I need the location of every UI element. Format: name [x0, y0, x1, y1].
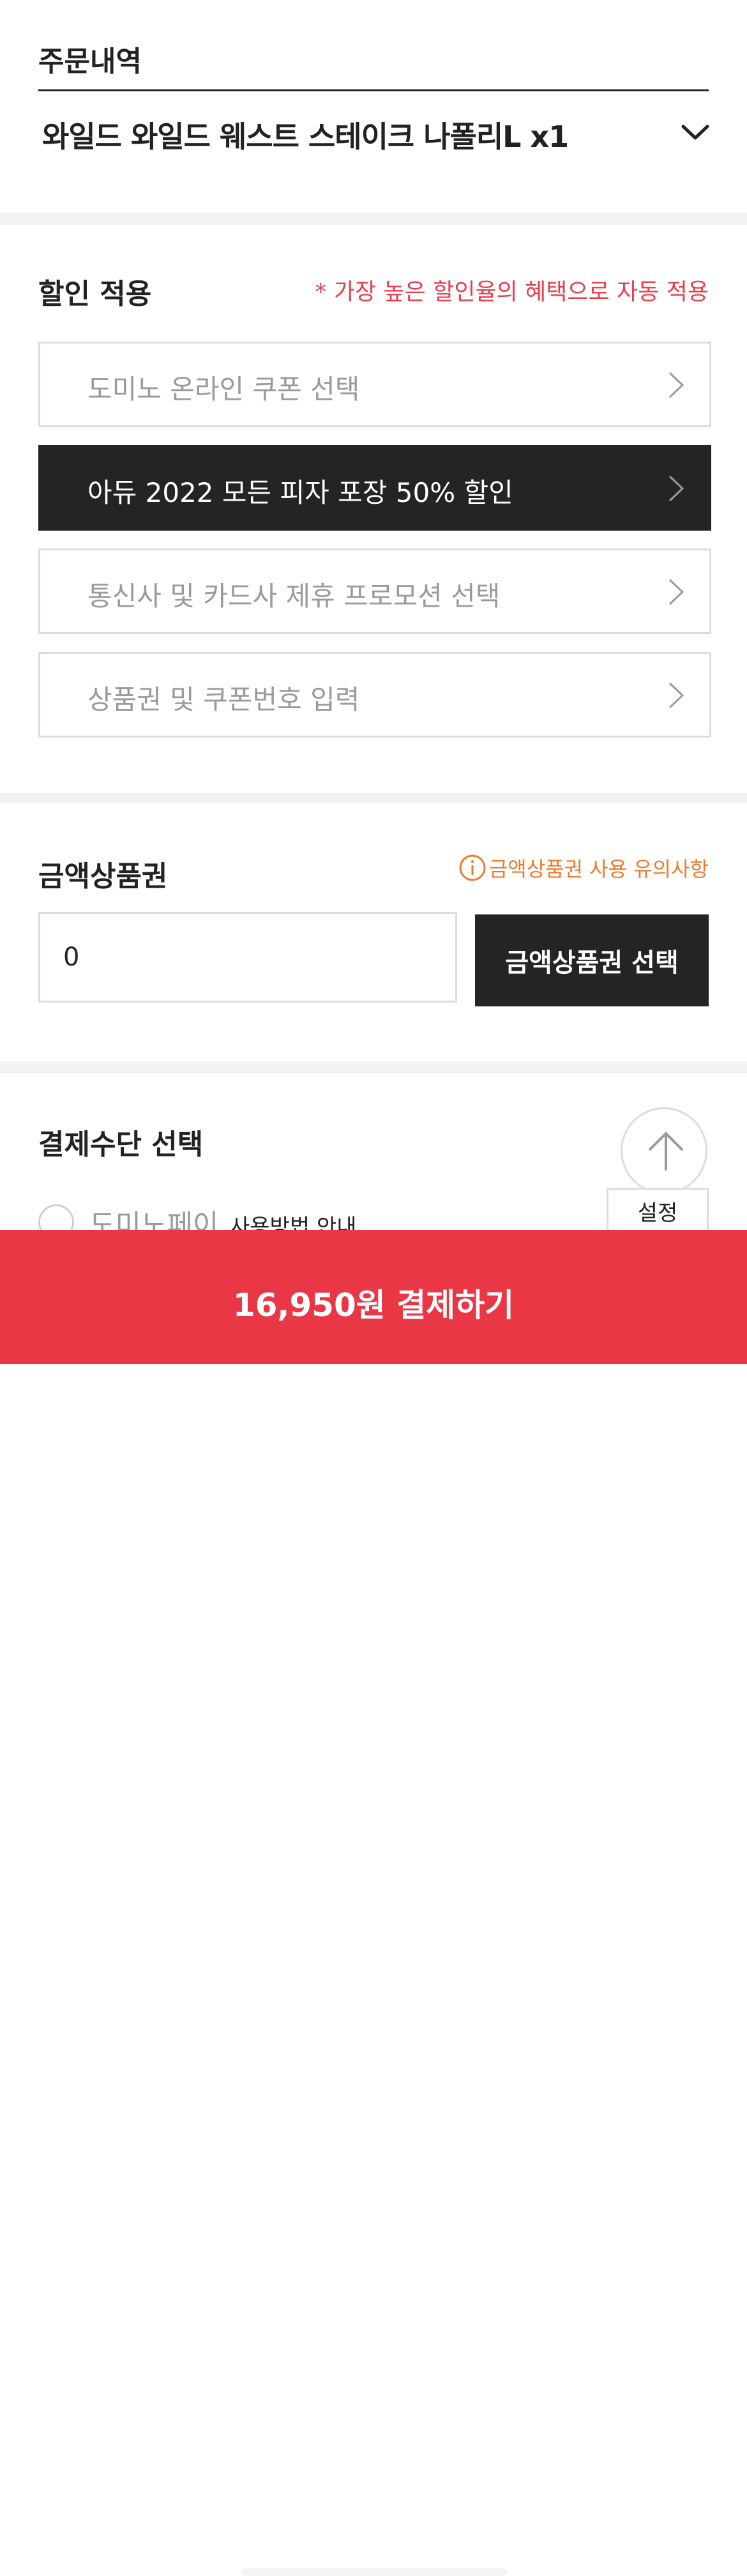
- discount-option-label: 상품권 및 쿠폰번호 입력: [87, 684, 360, 715]
- pay-button[interactable]: 16,950원 결제하기: [0, 1230, 747, 2576]
- gift-card-title: 금액상품권: [38, 860, 168, 893]
- discount-note: * 가장 높은 할인율의 혜택으로 자동 적용: [315, 279, 709, 305]
- discount-title: 할인 적용: [38, 278, 152, 310]
- scroll-top-button[interactable]: [621, 1107, 707, 1194]
- chevron-right-icon: [668, 682, 684, 709]
- section-divider: [0, 213, 747, 225]
- order-item-name[interactable]: 와일드 와일드 웨스트 스테이크 나폴리L x1: [42, 114, 569, 156]
- discount-option-label: 통신사 및 카드사 제휴 프로모션 선택: [87, 580, 501, 612]
- chevron-right-icon: [668, 475, 684, 502]
- pay-button-label: 16,950원 결제하기: [232, 1287, 515, 1324]
- gift-card-select-button[interactable]: 금액상품권 선택: [475, 914, 709, 1006]
- chevron-right-icon: [668, 579, 684, 605]
- chevron-right-icon: [668, 372, 684, 398]
- order-title: 주문내역: [38, 45, 142, 78]
- discount-option-label: 아듀 2022 모든 피자 포장 50% 할인: [87, 477, 513, 508]
- section-divider: [0, 1061, 747, 1073]
- section-divider: [0, 793, 747, 803]
- gift-card-amount-field[interactable]: 0: [38, 912, 457, 1003]
- discount-option-selected-promo[interactable]: 아듀 2022 모든 피자 포장 50% 할인: [38, 445, 711, 531]
- discount-option-voucher-code[interactable]: 상품권 및 쿠폰번호 입력: [38, 652, 711, 738]
- home-indicator: [241, 2568, 507, 2576]
- discount-option-label: 도미노 온라인 쿠폰 선택: [87, 374, 360, 405]
- discount-option-online-coupon[interactable]: 도미노 온라인 쿠폰 선택: [38, 342, 711, 427]
- discount-option-partner-promo[interactable]: 통신사 및 카드사 제휴 프로모션 선택: [38, 549, 711, 634]
- gift-card-warning-link[interactable]: 금액상품권 사용 유의사항: [458, 853, 709, 883]
- arrow-up-icon: [648, 1132, 684, 1171]
- payment-method-title: 결제수단 선택: [38, 1128, 204, 1161]
- gift-card-warning-text: 금액상품권 사용 유의사항: [488, 857, 709, 881]
- chevron-down-icon[interactable]: [681, 123, 710, 142]
- info-icon: [459, 854, 486, 881]
- order-section: 주문내역 와일드 와일드 웨스트 스테이크 나폴리L x1: [0, 0, 747, 213]
- order-divider: [38, 89, 709, 91]
